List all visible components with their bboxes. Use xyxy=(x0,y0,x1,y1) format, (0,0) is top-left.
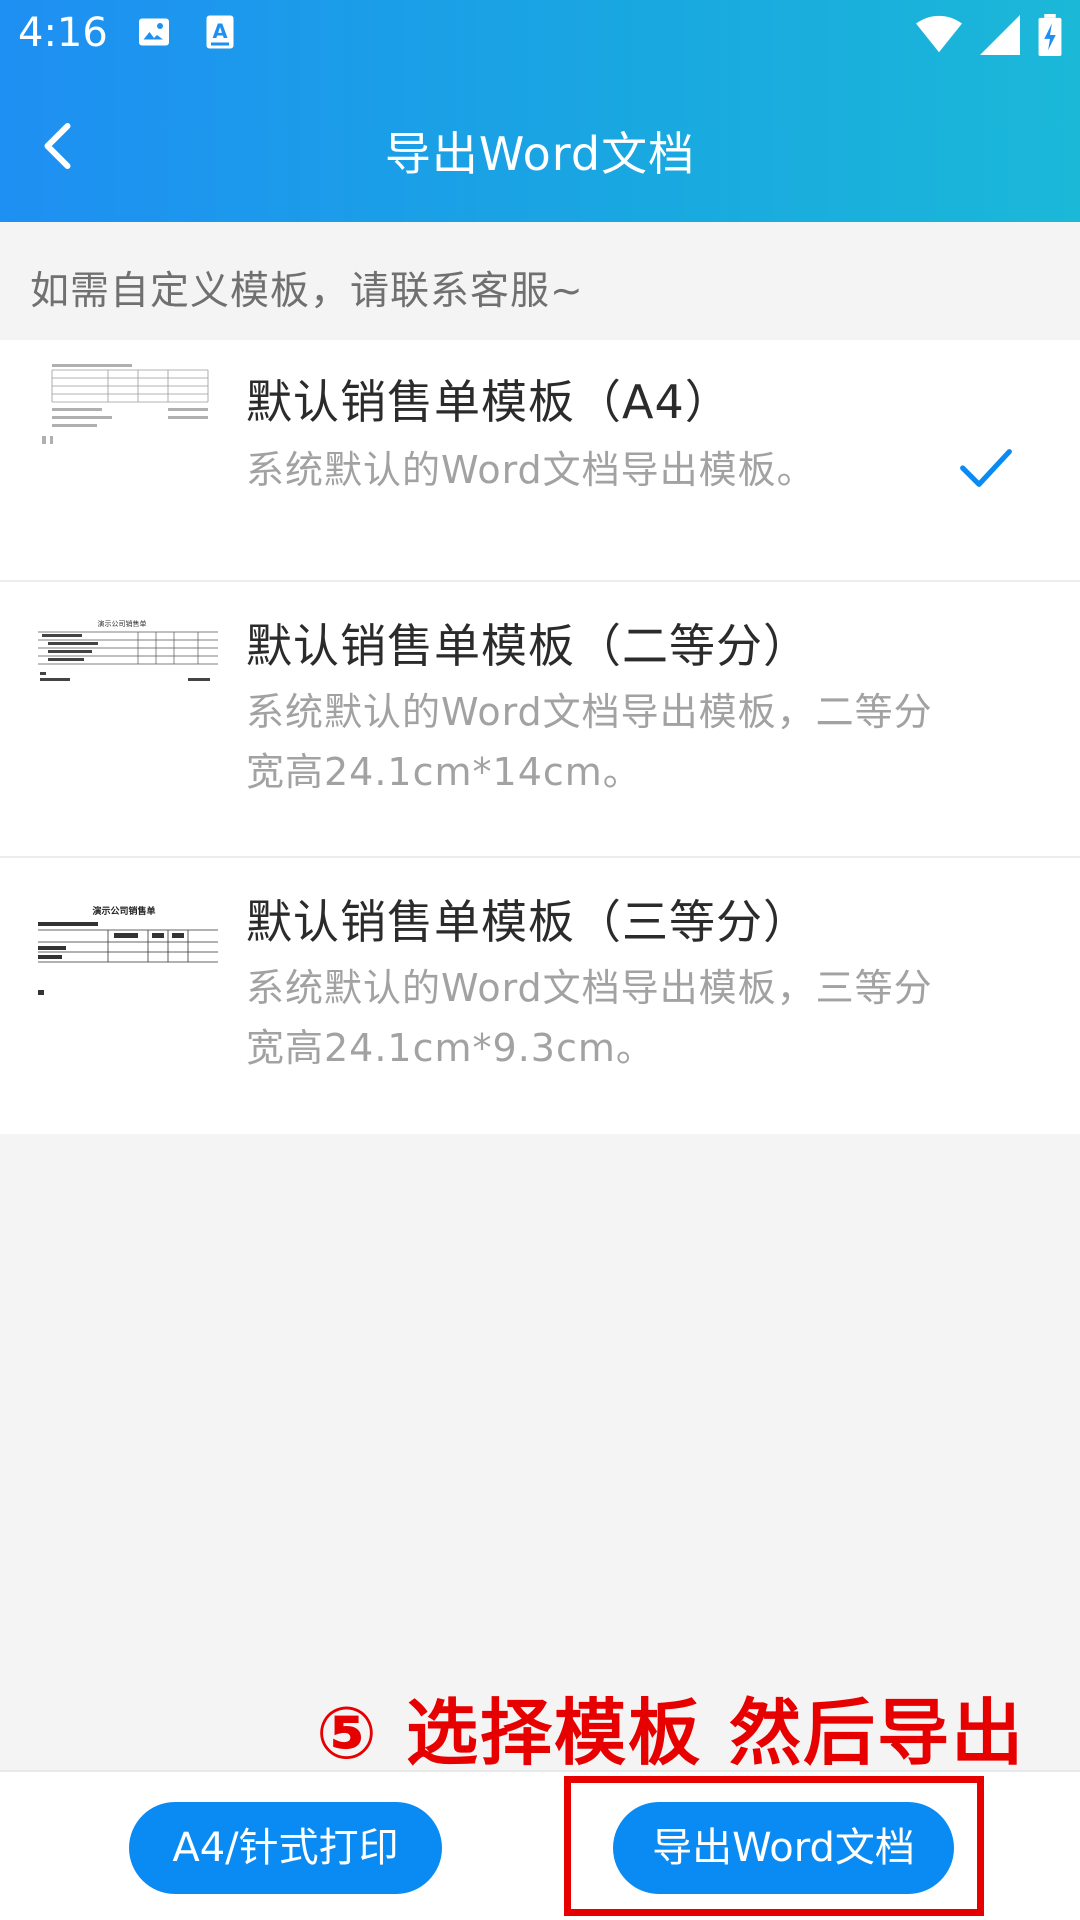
wifi-icon xyxy=(916,15,962,59)
signal-icon xyxy=(980,15,1020,59)
thumbnail-title: 演示公司销售单 xyxy=(92,906,155,917)
template-list: 默认销售单模板（A4） 系统默认的Word文档导出模板。 演示公司销售单 默认销… xyxy=(0,340,1080,1134)
template-thumbnail: 演示公司销售单 xyxy=(38,618,218,708)
svg-text:A: A xyxy=(212,20,227,43)
template-description: 系统默认的Word文档导出模板，二等分宽高24.1cm*14cm。 xyxy=(246,690,933,794)
image-icon xyxy=(136,14,172,54)
template-description: 系统默认的Word文档导出模板。 xyxy=(246,448,816,492)
thumbnail-title: 演示公司销售单 xyxy=(98,619,147,628)
annotation-highlight-box xyxy=(564,1776,984,1916)
template-item-half[interactable]: 演示公司销售单 默认销售单模板（二等分） 系统默认的Word文档导出模板，二等分… xyxy=(0,582,1080,858)
template-title: 默认销售单模板（三等分） xyxy=(246,895,810,949)
instruction-annotation: ⑤ 选择模板 然后导出 xyxy=(316,1691,1026,1775)
app-header: 4:16 A 导出Word文档 xyxy=(0,0,1080,222)
print-button[interactable]: A4/针式打印 xyxy=(129,1802,442,1894)
page-title: 导出Word文档 xyxy=(384,127,696,181)
custom-template-hint: 如需自定义模板，请联系客服~ xyxy=(0,222,1080,340)
status-bar: 4:16 A xyxy=(0,0,1080,72)
font-download-icon: A xyxy=(204,14,236,54)
template-thumbnail: 演示公司销售单 xyxy=(38,905,218,996)
status-time: 4:16 xyxy=(18,10,108,56)
template-title: 默认销售单模板（A4） xyxy=(246,375,732,429)
checkmark-icon xyxy=(958,440,1014,496)
template-thumbnail xyxy=(38,362,218,452)
battery-charging-icon xyxy=(1038,14,1062,60)
template-description: 系统默认的Word文档导出模板，三等分宽高24.1cm*9.3cm。 xyxy=(246,966,933,1070)
template-item-a4[interactable]: 默认销售单模板（A4） 系统默认的Word文档导出模板。 xyxy=(0,340,1080,582)
template-title: 默认销售单模板（二等分） xyxy=(246,619,810,673)
template-item-third[interactable]: 演示公司销售单 默认销售单模板（三等分） 系统默认的Word文档导出模板，三等分… xyxy=(0,858,1080,1134)
